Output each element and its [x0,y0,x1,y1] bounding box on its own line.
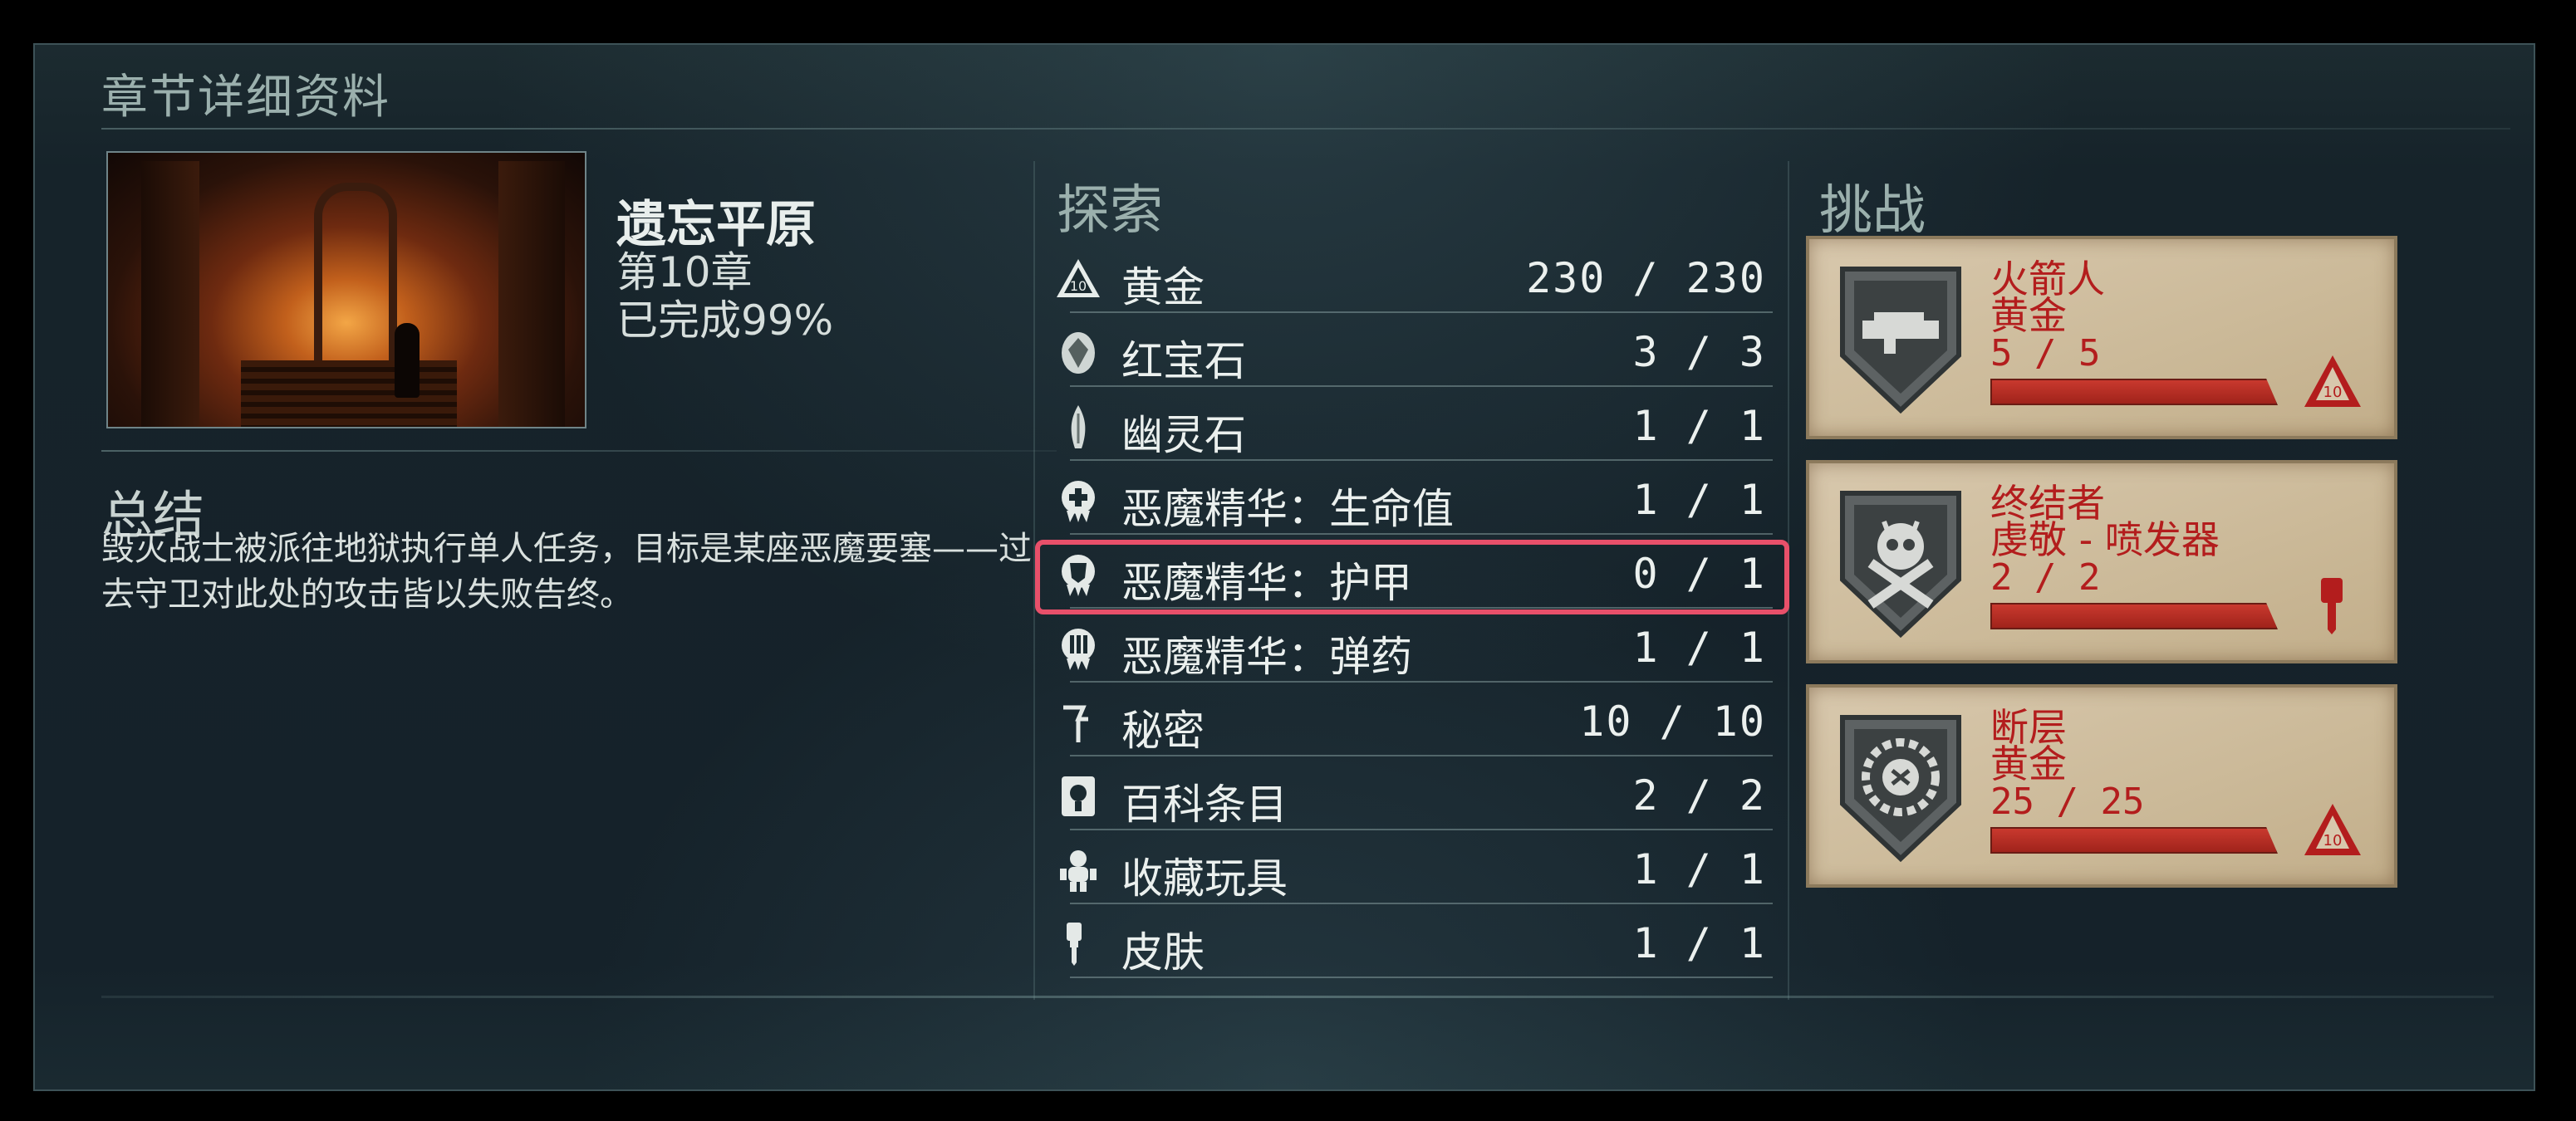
challenge-card[interactable]: 终结者 虔敬 - 喷发器 2 / 2 [1806,460,2397,663]
explore-item-label: 黄金 [1121,263,1205,311]
explore-title: 探索 [1057,180,1163,242]
bottom-divider [101,996,2494,998]
explore-item-value: 10 / 10 [1579,698,1766,746]
explore-item-label: 秘密 [1121,707,1205,755]
panel-title: 章节详细资料 [101,71,390,125]
explore-item-value: 230 / 230 [1526,254,1766,302]
row-divider [1070,903,1773,904]
title-divider [101,128,2510,130]
challenge-name: 断层 [1990,705,2067,750]
paint-brush-icon [2303,576,2363,636]
row-divider [1070,533,1773,535]
explore-row[interactable]: 秘密 10 / 10 [1047,686,1773,760]
row-divider [1070,755,1773,756]
challenge-name: 终结者 [1990,481,2105,526]
row-divider [1070,681,1773,683]
demon-essence-armor-icon [1055,551,1102,598]
explore-item-value: 0 / 1 [1632,550,1766,598]
row-divider [1070,459,1773,461]
summary-divider [101,450,1057,452]
challenge-progress: 5 / 5 [1990,332,2101,374]
explore-item-label: 皮肤 [1121,928,1205,977]
explore-row[interactable]: 恶魔精华：弹药 1 / 1 [1047,612,1773,686]
challenge-progress: 2 / 2 [1990,556,2101,599]
skin-icon [1055,921,1102,967]
explore-item-value: 3 / 3 [1632,328,1766,376]
explore-item-label: 恶魔精华：弹药 [1121,633,1412,681]
row-divider [1070,607,1773,609]
svg-text:10: 10 [2323,832,2343,849]
challenge-card[interactable]: 火箭人 黄金 5 / 5 10 [1806,236,2397,439]
chapter-thumbnail [106,151,586,428]
explore-item-label: 红宝石 [1121,337,1246,385]
codex-icon [1055,773,1102,820]
explore-item-value: 1 / 1 [1632,402,1766,450]
explore-list: 10 黄金 230 / 230 红宝石 3 / 3 幽灵石 1 / 1 恶魔精华：生命值 1 /… [1035,242,1789,981]
explore-item-label: 恶魔精华：护甲 [1121,559,1412,607]
challenge-reward: 黄金 [1990,293,2067,338]
skull-crossbones-shield-icon [1838,488,1964,639]
ruby-icon [1055,330,1102,376]
explore-item-label: 百科条目 [1121,781,1288,829]
explore-item-label: 恶魔精华：生命值 [1121,485,1454,533]
challenge-progress-bar [1990,379,2278,405]
demon-essence-health-icon [1055,477,1102,524]
gold-icon: 10 [1055,256,1102,302]
chapter-details-panel: 章节详细资料 遗忘平原 第10章 已完成99% 总结 毁灭战士被派往地狱执行单人… [33,43,2535,1091]
explore-row[interactable]: 10 黄金 230 / 230 [1047,242,1773,316]
challenge-progress-bar [1990,603,2278,629]
explore-item-value: 2 / 2 [1632,771,1766,820]
explore-item-value: 1 / 1 [1632,476,1766,524]
explore-row[interactable]: 收藏玩具 1 / 1 [1047,834,1773,908]
challenge-reward: 虔敬 - 喷发器 [1990,517,2220,562]
secret-icon [1055,699,1102,746]
summary-text: 毁灭战士被派往地狱执行单人任务，目标是某座恶魔要塞——过去守卫对此处的攻击皆以失… [101,530,1032,614]
explore-row[interactable]: 红宝石 3 / 3 [1047,316,1773,390]
explore-row[interactable]: 皮肤 1 / 1 [1047,908,1773,981]
explore-row[interactable]: 恶魔精华：生命值 1 / 1 [1047,464,1773,538]
gold-reward-icon: 10 [2303,352,2363,412]
gold-reward-icon: 10 [2303,800,2363,860]
explore-row[interactable]: 百科条目 2 / 2 [1047,760,1773,834]
demon-essence-ammo-icon [1055,625,1102,672]
challenge-reward: 黄金 [1990,742,2067,786]
wraithstone-icon [1055,404,1102,450]
explore-item-value: 1 / 1 [1632,919,1766,967]
row-divider [1070,385,1773,387]
explore-item-label: 收藏玩具 [1121,854,1288,903]
challenges-title: 挑战 [1819,180,1926,242]
sawblade-shield-icon [1838,712,1964,863]
chapter-completion: 已完成99% [616,296,834,345]
row-divider [1070,311,1773,313]
challenge-name: 火箭人 [1990,257,2105,301]
challenge-card[interactable]: 断层 黄金 25 / 25 10 [1806,684,2397,888]
explore-item-value: 1 / 1 [1632,845,1766,893]
explore-item-value: 1 / 1 [1632,624,1766,672]
rocket-launcher-shield-icon [1838,264,1964,414]
challenge-progress: 25 / 25 [1990,781,2145,823]
explore-row[interactable]: 幽灵石 1 / 1 [1047,390,1773,464]
svg-text:10: 10 [1070,278,1087,294]
svg-text:10: 10 [2323,384,2343,401]
row-divider [1070,977,1773,978]
challenge-progress-bar [1990,827,2278,854]
explore-item-label: 幽灵石 [1121,411,1246,459]
explore-row[interactable]: 恶魔精华：护甲 0 / 1 [1035,538,1789,614]
row-divider [1070,829,1773,830]
toy-icon [1055,847,1102,893]
